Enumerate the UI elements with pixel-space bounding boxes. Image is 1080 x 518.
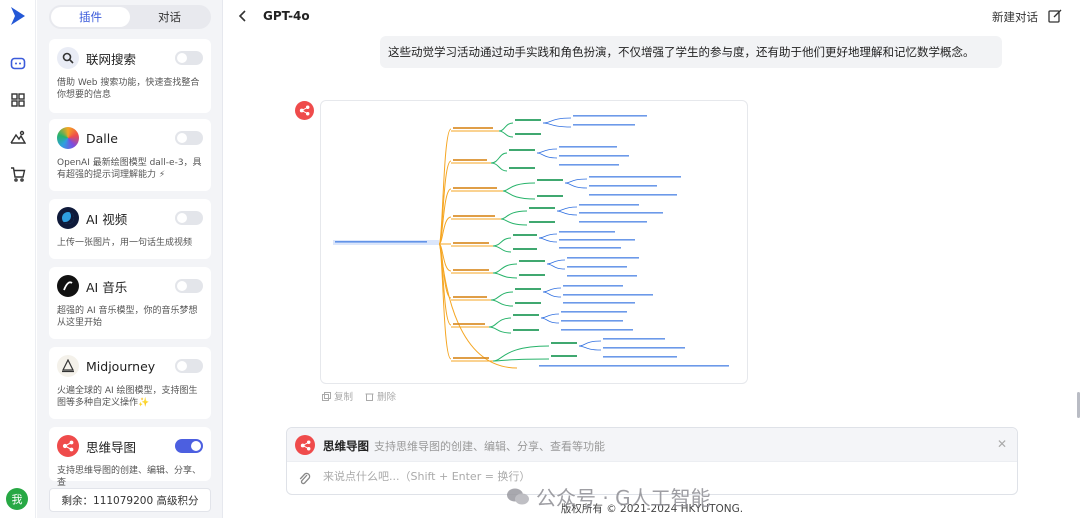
plugin-card-ai-music[interactable]: AI 音乐 超强的 AI 音乐模型，你的音乐梦想从这里开始 xyxy=(49,267,211,339)
user-message: 这些动觉学习活动通过动手实践和角色扮演，不仅增强了学生的参与度，还有助于他们更好… xyxy=(380,36,1002,68)
message-actions: 复制 删除 xyxy=(322,389,396,403)
plugin-name: 联网搜索 xyxy=(86,51,137,67)
edit-icon[interactable] xyxy=(1048,9,1062,23)
chat-main: GPT-4o 新建对话 这些动觉学习活动通过动手实践和角色扮演，不仅增强了学生的… xyxy=(224,0,1080,518)
image-gallery-icon[interactable] xyxy=(8,127,28,147)
video-icon xyxy=(57,207,79,229)
plugin-toggle[interactable] xyxy=(175,51,203,65)
plugin-name: Midjourney xyxy=(86,358,156,374)
user-avatar[interactable]: 我 xyxy=(6,488,28,510)
search-icon xyxy=(57,47,79,69)
copy-icon xyxy=(322,391,331,401)
icon-rail: 我 xyxy=(0,0,36,518)
close-plugin-icon[interactable]: ✕ xyxy=(997,437,1007,451)
attachment-icon[interactable] xyxy=(297,470,311,486)
active-plugin-bar: 思维导图 支持思维导图的创建、编辑、分享、查看等功能 ✕ xyxy=(287,428,1017,462)
plugin-desc: 超强的 AI 音乐模型，你的音乐梦想从这里开始 xyxy=(57,306,198,328)
model-name[interactable]: GPT-4o xyxy=(263,9,310,23)
plugin-name: Dalle xyxy=(86,130,118,146)
plugin-desc: 支持思维导图的创建、编辑、分享、查 xyxy=(57,466,202,488)
new-chat-button[interactable]: 新建对话 xyxy=(992,9,1038,25)
cart-icon[interactable] xyxy=(8,164,28,184)
app-logo-icon[interactable] xyxy=(9,6,27,26)
chat-nav-icon[interactable] xyxy=(8,54,28,74)
mindmap-icon xyxy=(57,435,79,457)
trash-icon xyxy=(365,393,374,401)
delete-label: 删除 xyxy=(377,392,397,403)
mindmap-bot-avatar xyxy=(295,101,314,120)
watermark: 公众号 · G人工智能 xyxy=(506,482,711,511)
plugin-desc: 借助 Web 搜索功能，快速查找整合你想要的信息 xyxy=(57,78,200,100)
plugin-toggle[interactable] xyxy=(175,439,203,453)
watermark-text: 公众号 · G人工智能 xyxy=(536,486,711,510)
active-plugin-name: 思维导图 xyxy=(323,439,369,453)
apps-grid-icon[interactable] xyxy=(8,90,28,110)
plugin-name: AI 音乐 xyxy=(86,279,128,295)
credit-balance: 剩余：111079200 高级积分 xyxy=(49,488,211,512)
plugin-card-midjourney[interactable]: Midjourney 火遍全球的 AI 绘图模型，支持图生图等多种自定义操作✨ xyxy=(49,347,211,419)
copy-button[interactable]: 复制 xyxy=(322,389,353,403)
tab-conversations[interactable]: 对话 xyxy=(130,7,209,27)
plugin-desc: OpenAI 最新绘图模型 dall-e-3，具有超强的提示词理解能力 ⚡ xyxy=(57,158,202,180)
tab-plugins[interactable]: 插件 xyxy=(51,7,130,27)
wechat-icon xyxy=(507,488,529,504)
plugin-toggle[interactable] xyxy=(175,279,203,293)
plugin-card-mindmap[interactable]: 思维导图 支持思维导图的创建、编辑、分享、查 xyxy=(49,427,211,488)
plugin-desc: 火遍全球的 AI 绘图模型，支持图生图等多种自定义操作✨ xyxy=(57,386,198,408)
copy-label: 复制 xyxy=(334,392,354,403)
plugin-desc: 上传一张图片，用一句话生成视频 xyxy=(57,238,193,248)
back-icon[interactable] xyxy=(236,8,250,24)
plugin-toggle[interactable] xyxy=(175,359,203,373)
active-plugin-desc: 支持思维导图的创建、编辑、分享、查看等功能 xyxy=(374,440,605,453)
mindmap-diagram xyxy=(333,115,729,369)
plugin-name: 思维导图 xyxy=(86,439,137,455)
plugin-toggle[interactable] xyxy=(175,211,203,225)
delete-button[interactable]: 删除 xyxy=(365,389,396,403)
plugin-card-dalle[interactable]: Dalle OpenAI 最新绘图模型 dall-e-3，具有超强的提示词理解能… xyxy=(49,119,211,191)
dalle-icon xyxy=(57,127,79,149)
plugin-toggle[interactable] xyxy=(175,131,203,145)
plugin-panel: 插件 对话 联网搜索 借助 Web 搜索功能，快速查找整合你想要的信息 Dall… xyxy=(37,0,223,518)
chat-header: GPT-4o 新建对话 xyxy=(224,0,1080,34)
plugin-card-ai-video[interactable]: AI 视频 上传一张图片，用一句话生成视频 xyxy=(49,199,211,259)
plugin-name: AI 视频 xyxy=(86,211,128,227)
plugin-card-web-search[interactable]: 联网搜索 借助 Web 搜索功能，快速查找整合你想要的信息 xyxy=(49,39,211,113)
panel-tab-switch: 插件 对话 xyxy=(49,5,211,29)
mindmap-result[interactable] xyxy=(320,100,748,384)
music-icon xyxy=(57,275,79,297)
midjourney-icon xyxy=(57,355,79,377)
mindmap-icon xyxy=(295,435,315,455)
